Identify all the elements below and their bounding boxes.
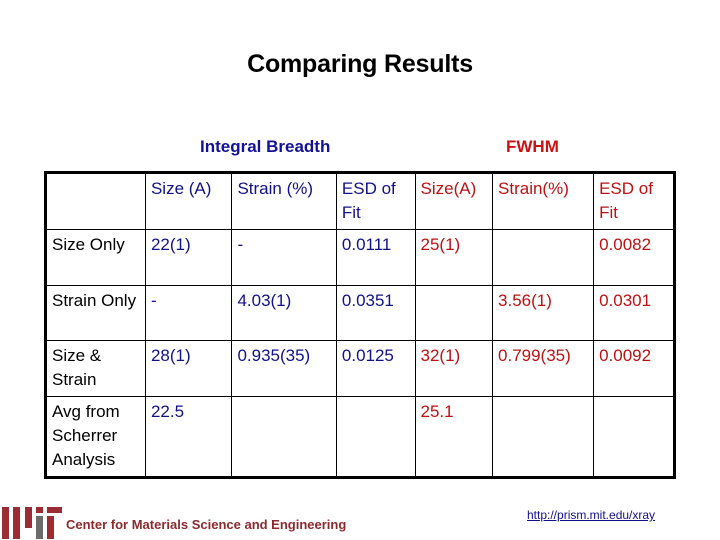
- row-label: Size Only: [45, 229, 146, 286]
- row-label: Size & Strain: [45, 340, 146, 397]
- logo-bar: [47, 516, 54, 539]
- cell-ib-size: 22(1): [144, 229, 233, 286]
- logo-bar: [36, 507, 43, 513]
- logo-bar: [2, 507, 9, 539]
- cell-ib-esd: 0.0351: [335, 285, 416, 341]
- table-row: Size Only 22(1) - 0.0111 25(1) 0.0082: [45, 229, 675, 286]
- cell-ib-size: 28(1): [144, 340, 233, 397]
- logo-bar: [47, 507, 62, 513]
- cell-ib-size: -: [144, 285, 233, 341]
- mit-logo-icon: [0, 505, 64, 539]
- cell-ib-esd: 0.0111: [335, 229, 416, 286]
- cell-fwhm-strain: [492, 396, 595, 478]
- row-label: Strain Only: [45, 285, 146, 341]
- logo-bar: [25, 507, 32, 528]
- cell-fwhm-esd: 0.0092: [593, 340, 675, 397]
- header-fwhm-strain: Strain(%): [492, 172, 595, 230]
- cell-fwhm-size: [414, 285, 494, 341]
- cell-ib-size: 22.5: [144, 396, 233, 478]
- row-label: Avg from Scherrer Analysis: [45, 396, 146, 478]
- header-ib-size: Size (A): [144, 172, 233, 230]
- cell-fwhm-size: 25(1): [414, 229, 494, 286]
- cell-fwhm-strain: [492, 229, 595, 286]
- slide-title: Comparing Results: [247, 50, 473, 78]
- cell-fwhm-esd: 0.0301: [593, 285, 675, 341]
- cell-ib-strain: 4.03(1): [231, 285, 337, 341]
- logo-bar: [13, 507, 20, 539]
- website-link[interactable]: http://prism.mit.edu/xray: [527, 508, 655, 522]
- cell-ib-strain: [231, 396, 337, 478]
- cell-fwhm-size: 32(1): [414, 340, 494, 397]
- cell-fwhm-strain: 3.56(1): [492, 285, 595, 341]
- results-table: Size (A) Strain (%) ESD of Fit Size(A) S…: [44, 171, 676, 479]
- header-ib-esd: ESD of Fit: [335, 172, 416, 230]
- header-fwhm-esd: ESD of Fit: [593, 172, 675, 230]
- integral-breadth-heading: Integral Breadth: [200, 137, 331, 156]
- cell-ib-esd: [335, 396, 416, 478]
- table-row: Strain Only - 4.03(1) 0.0351 3.56(1) 0.0…: [45, 285, 675, 341]
- cell-ib-strain: -: [231, 229, 337, 286]
- table-row: Avg from Scherrer Analysis 22.5 25.1: [45, 396, 675, 478]
- header-ib-strain: Strain (%): [231, 172, 337, 230]
- cell-ib-strain: 0.935(35): [231, 340, 337, 397]
- org-name: Center for Materials Science and Enginee…: [66, 517, 347, 532]
- logo-bar: [36, 516, 43, 539]
- header-fwhm-size: Size(A): [414, 172, 494, 230]
- cell-fwhm-size: 25.1: [414, 396, 494, 478]
- cell-fwhm-esd: 0.0082: [593, 229, 675, 286]
- table-row: Size & Strain 28(1) 0.935(35) 0.0125 32(…: [45, 340, 675, 397]
- cell-fwhm-strain: 0.799(35): [492, 340, 595, 397]
- fwhm-heading: FWHM: [506, 137, 559, 156]
- header-corner: [45, 172, 146, 230]
- cell-fwhm-esd: [593, 396, 675, 478]
- header-row: Size (A) Strain (%) ESD of Fit Size(A) S…: [45, 172, 675, 230]
- cell-ib-esd: 0.0125: [335, 340, 416, 397]
